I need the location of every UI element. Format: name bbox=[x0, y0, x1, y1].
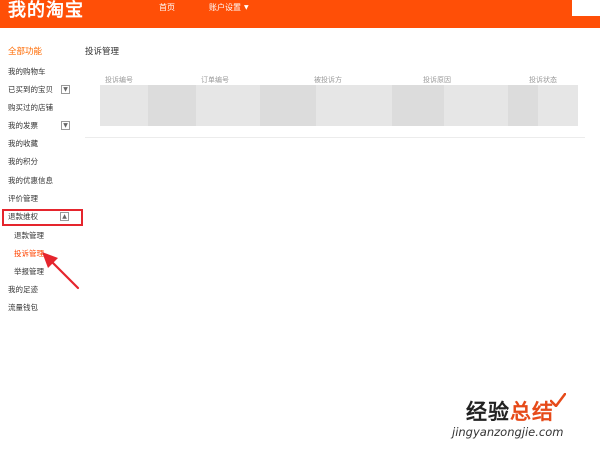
page-title: 投诉管理 bbox=[85, 47, 120, 57]
sidebar-item-stores[interactable]: 购买过的店铺 bbox=[8, 102, 53, 114]
watermark-text-a: 经验 bbox=[466, 400, 510, 424]
watermark-logo: 经验总结 bbox=[466, 399, 554, 425]
divider bbox=[85, 137, 585, 138]
sidebar-item-bought[interactable]: 已买到的宝贝 bbox=[8, 84, 53, 96]
sidebar-subitem-refunds[interactable]: 退款管理 bbox=[14, 230, 44, 242]
sidebar-item-invoice[interactable]: 我的发票 bbox=[8, 120, 38, 132]
watermark-text-b: 总结 bbox=[510, 400, 554, 424]
expand-toggle-icon[interactable]: ▼ bbox=[61, 121, 70, 130]
complaints-table: 投诉编号 订单编号 被投诉方 投诉原因 投诉状态 bbox=[100, 72, 578, 126]
column-header: 被投诉方 bbox=[314, 76, 342, 84]
expand-toggle-icon[interactable]: ▼ bbox=[61, 85, 70, 94]
top-header-bar: 我的淘宝 首页 账户设置 ▼ bbox=[0, 0, 600, 28]
watermark-url: jingyanzongjie.com bbox=[452, 425, 564, 439]
sidebar-item-cart[interactable]: 我的购物车 bbox=[8, 66, 46, 78]
sidebar-item-favorites[interactable]: 我的收藏 bbox=[8, 138, 38, 150]
sidebar-item-points[interactable]: 我的积分 bbox=[8, 156, 38, 168]
column-header: 投诉原因 bbox=[423, 76, 451, 84]
nav-account-label: 账户设置 bbox=[209, 3, 241, 12]
sidebar-item-footprints[interactable]: 我的足迹 bbox=[8, 284, 38, 296]
taobao-logo[interactable]: 我的淘宝 bbox=[8, 0, 84, 22]
column-header: 投诉编号 bbox=[105, 76, 133, 84]
header-search-box[interactable] bbox=[572, 0, 600, 16]
red-arrow-icon bbox=[42, 252, 80, 290]
nav-account-settings[interactable]: 账户设置 ▼ bbox=[209, 1, 249, 15]
column-header: 投诉状态 bbox=[529, 76, 557, 84]
sidebar-item-coupons[interactable]: 我的优惠信息 bbox=[8, 175, 53, 187]
highlight-box bbox=[2, 209, 83, 226]
sidebar-item-data-wallet[interactable]: 流量钱包 bbox=[8, 302, 38, 314]
nav-home-link[interactable]: 首页 bbox=[159, 1, 175, 15]
column-header: 订单编号 bbox=[201, 76, 229, 84]
sidebar-title: 全部功能 bbox=[8, 47, 43, 57]
chevron-down-icon: ▼ bbox=[244, 4, 249, 11]
sidebar-item-reviews[interactable]: 评价管理 bbox=[8, 193, 38, 205]
page: 我的淘宝 首页 账户设置 ▼ 全部功能 我的购物车 已买到的宝贝 ▼ 购买过的店铺… bbox=[0, 0, 600, 450]
